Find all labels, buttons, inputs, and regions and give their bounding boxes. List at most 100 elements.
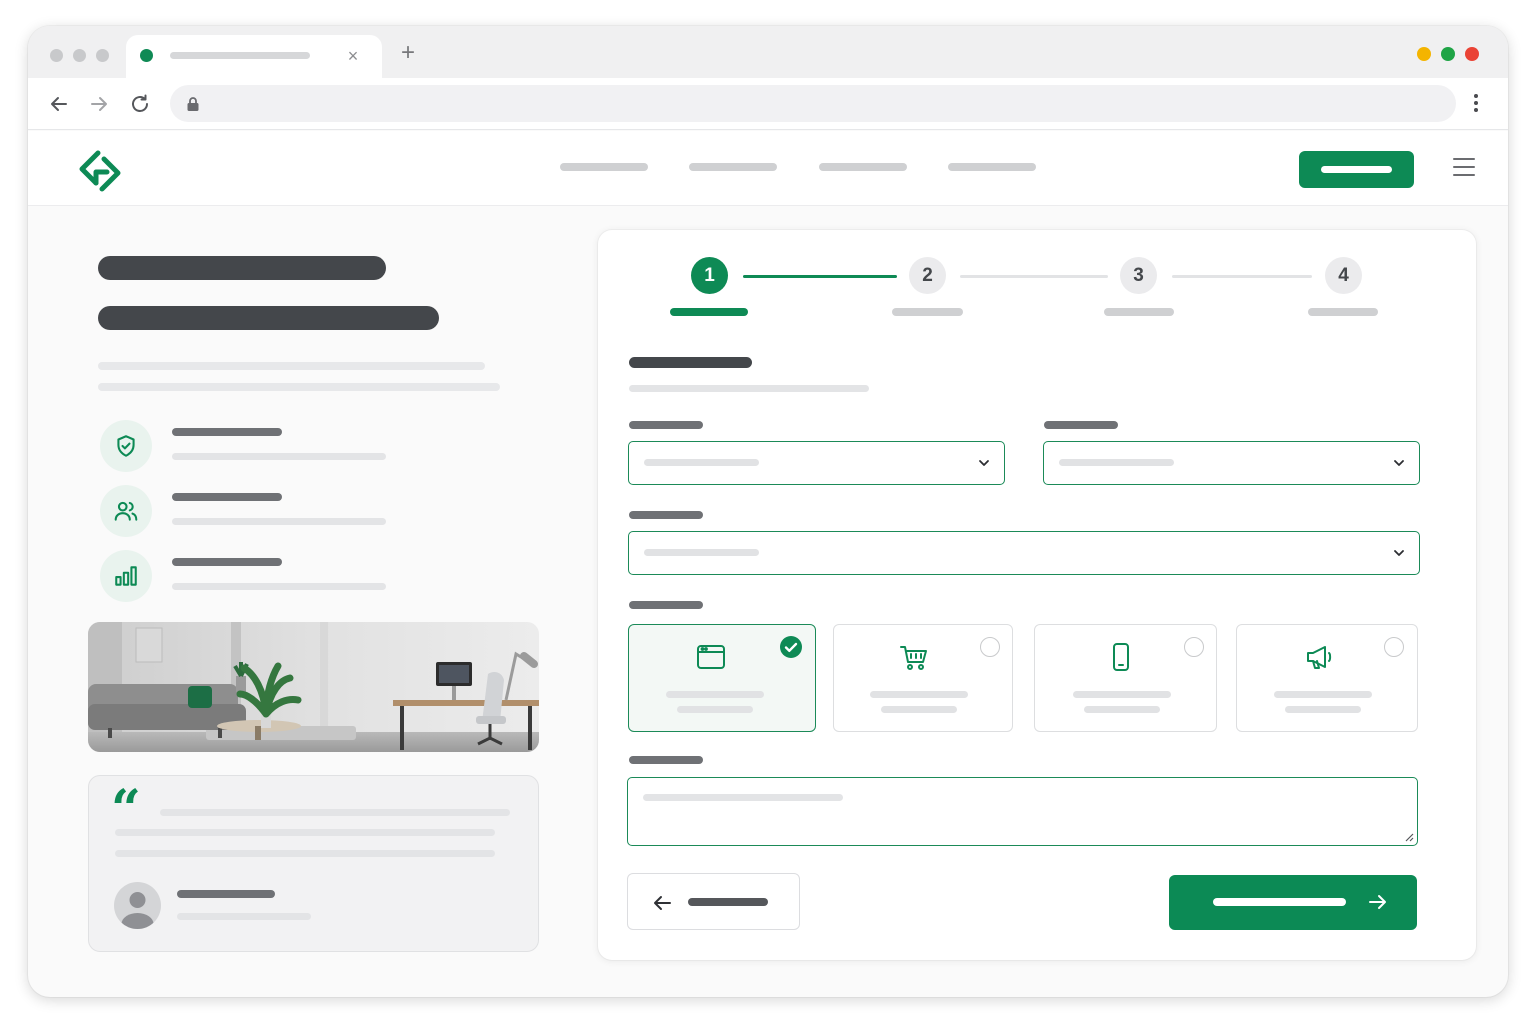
back-button-label [688,898,768,906]
option-card-mobile[interactable] [1034,624,1217,732]
options-label [629,601,703,609]
selected-check-icon [780,636,802,658]
step-label [1104,308,1174,316]
select-field-3[interactable] [628,531,1420,575]
shield-check-icon [117,435,135,457]
close-window-button[interactable] [1465,47,1479,61]
section-subtitle [629,385,869,392]
minimize-button[interactable] [1417,47,1431,61]
testimonial-card: “ [88,775,539,952]
testimonial-text-line [115,850,495,857]
favicon-icon [140,49,153,62]
option-title [1073,691,1171,698]
hero-title-line [98,256,386,280]
testimonial-text [160,809,510,816]
shopping-cart-icon [900,646,927,670]
nav-link[interactable] [689,163,777,171]
testimonial-text-line [115,829,495,836]
field-label [629,511,703,519]
arrow-right-icon [1369,895,1386,909]
close-icon[interactable]: × [344,46,362,66]
browser-window-icon [697,645,725,669]
option-card-marketing[interactable] [1236,624,1418,732]
feature-icon-badge [100,420,152,472]
office-living-room-photo [88,622,539,752]
select-placeholder [644,459,759,466]
option-description [1084,706,1160,713]
option-description [881,706,957,713]
url-field[interactable] [170,85,1456,122]
avatar [114,882,161,929]
step-indicator-2[interactable]: 2 [909,257,946,294]
field-label [1044,421,1118,429]
step-connector [743,275,897,278]
nav-link[interactable] [819,163,907,171]
message-label [629,756,703,764]
radio-button[interactable] [1384,637,1404,657]
author-name [177,890,275,898]
feature-text [172,518,386,525]
kebab-menu-icon[interactable] [1466,91,1486,115]
message-textarea[interactable] [627,777,1418,846]
address-bar [28,78,1508,130]
option-description [1285,706,1361,713]
get-started-button[interactable] [1299,151,1414,188]
feature-icon-badge [100,485,152,537]
users-icon [114,501,138,521]
megaphone-icon [1307,646,1332,669]
window-dot [73,49,86,62]
select-field-2[interactable] [1043,441,1420,485]
textarea-placeholder [643,794,843,801]
logo-icon[interactable] [76,147,124,195]
radio-button[interactable] [980,637,1000,657]
step-label [892,308,963,316]
hamburger-menu-icon[interactable] [1453,158,1477,178]
browser-window: × + “ 1 2 3 4 [28,26,1508,997]
back-arrow-icon[interactable] [47,92,71,116]
nav-link[interactable] [948,163,1036,171]
select-placeholder [644,549,759,556]
tab-title [170,52,310,59]
back-button[interactable] [627,873,800,930]
radio-button[interactable] [1184,637,1204,657]
select-field-1[interactable] [628,441,1005,485]
section-title [629,357,752,368]
tab-strip: × + [28,26,1508,79]
browser-tab[interactable]: × [126,35,382,79]
step-label [670,308,748,316]
chevron-down-icon [979,460,989,466]
cta-label [1321,166,1392,173]
option-title [870,691,968,698]
arrow-left-icon [654,896,671,910]
step-indicator-1[interactable]: 1 [691,257,728,294]
lock-icon [187,97,199,111]
new-tab-icon[interactable]: + [398,41,418,65]
feature-title [172,428,282,436]
resize-handle-icon[interactable] [1404,832,1414,842]
step-indicator-4[interactable]: 4 [1325,257,1362,294]
option-card-website[interactable] [628,624,816,732]
field-label [629,421,703,429]
option-card-ecommerce[interactable] [833,624,1013,732]
feature-icon-badge [100,550,152,602]
next-button[interactable] [1169,875,1417,930]
smartphone-icon [1113,643,1129,671]
step-connector [1172,275,1312,278]
hero-description [98,362,485,370]
reload-icon[interactable] [128,92,152,116]
option-title [666,691,764,698]
author-role [177,913,311,920]
feature-text [172,583,386,590]
next-button-label [1213,898,1346,906]
maximize-button[interactable] [1441,47,1455,61]
forward-arrow-icon[interactable] [87,92,111,116]
feature-title [172,558,282,566]
window-dot [96,49,109,62]
step-connector [960,275,1108,278]
nav-link[interactable] [560,163,648,171]
bar-chart-icon [115,566,137,586]
step-label [1308,308,1378,316]
hero-title-line [98,306,439,330]
chevron-down-icon [1394,550,1404,556]
step-indicator-3[interactable]: 3 [1120,257,1157,294]
